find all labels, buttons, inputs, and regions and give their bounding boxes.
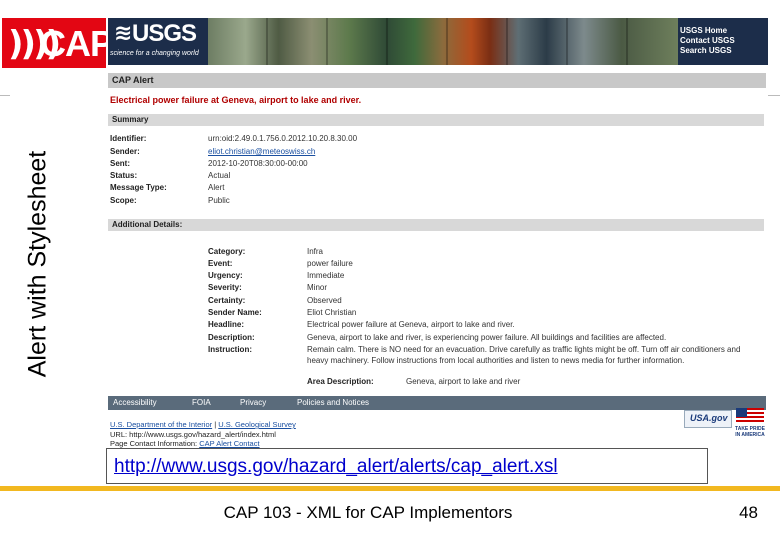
area-value: Geneva, airport to lake and river xyxy=(406,377,521,386)
area-label: Area Description: xyxy=(307,377,374,386)
usgs-tagline: science for a changing world xyxy=(110,50,199,57)
footer-url: URL: http://www.usgs.gov/hazard_alert/in… xyxy=(110,429,276,439)
header-photo-strip xyxy=(208,18,678,65)
detail-label: Event: xyxy=(208,259,233,268)
usgs-wave-icon: ≋ xyxy=(114,21,133,46)
contact-label: Page Contact Information: xyxy=(110,439,198,448)
footer-agency-line: U.S. Department of the Interior | U.S. G… xyxy=(110,420,296,430)
detail-value: Geneva, airport to lake and river, is ex… xyxy=(307,333,667,342)
summary-value: Public xyxy=(208,196,230,205)
summary-value: urn:oid:2.49.0.1.756.0.2012.10.20.8.30.0… xyxy=(208,134,358,143)
usgs-link[interactable]: U.S. Geological Survey xyxy=(218,420,296,429)
link-contact-usgs[interactable]: Contact USGS xyxy=(680,36,735,46)
detail-value: Minor xyxy=(307,283,328,292)
stylesheet-url-link[interactable]: http://www.usgs.gov/hazard_alert/alerts/… xyxy=(114,456,558,478)
detail-value: Infra xyxy=(307,247,324,256)
summary-bar: Summary xyxy=(108,114,764,126)
summary-label: Scope: xyxy=(110,196,137,205)
usagov-text: USA.gov xyxy=(690,413,728,423)
summary-value: 2012-10-20T08:30:00-00:00 xyxy=(208,159,308,168)
detail-value: Eliot Christian xyxy=(307,308,357,317)
summary-value: Actual xyxy=(208,171,231,180)
summary-value: Alert xyxy=(208,183,225,192)
yellow-rule xyxy=(0,486,780,491)
detail-label: Sender Name: xyxy=(208,308,262,317)
cap-alert-title: CAP Alert xyxy=(112,75,154,85)
detail-label: Instruction: xyxy=(208,345,252,354)
detail-value: power failure xyxy=(307,259,353,268)
nav-policies[interactable]: Policies and Notices xyxy=(297,398,369,407)
usagov-badge[interactable]: USA.gov xyxy=(684,410,732,428)
summary-title: Summary xyxy=(112,115,149,124)
detail-label: Urgency: xyxy=(208,271,243,280)
nav-foia[interactable]: FOIA xyxy=(192,398,211,407)
slide-title-text: Alert with Stylesheet xyxy=(23,150,52,378)
slide-footer-text: CAP 103 - XML for CAP Implementors xyxy=(223,503,513,522)
usgs-header: ≋ USGS science for a changing world USGS… xyxy=(108,18,768,65)
slide-footer: CAP 103 - XML for CAP Implementors xyxy=(0,503,760,523)
summary-label: Status: xyxy=(110,171,138,180)
usgs-logo[interactable]: ≋ USGS science for a changing world xyxy=(108,18,208,65)
details-bar: Additional Details: xyxy=(108,219,764,231)
detail-label: Category: xyxy=(208,247,246,256)
slide-rule-right xyxy=(768,95,780,96)
page-number: 48 xyxy=(739,503,758,522)
footer-nav: Accessibility FOIA Privacy Policies and … xyxy=(108,396,766,410)
nav-accessibility[interactable]: Accessibility xyxy=(113,398,157,407)
flag-icon xyxy=(736,408,764,424)
take-pride-badge[interactable]: TAKE PRIDE IN AMERICA xyxy=(734,408,766,440)
nav-privacy[interactable]: Privacy xyxy=(240,398,266,407)
cap-logo: )))) CAP xyxy=(2,18,114,68)
summary-label: Message Type: xyxy=(110,183,167,192)
detail-label: Description: xyxy=(208,333,255,342)
link-usgs-home[interactable]: USGS Home xyxy=(680,26,735,36)
pride-text: TAKE PRIDE IN AMERICA xyxy=(735,426,765,438)
link-search-usgs[interactable]: Search USGS xyxy=(680,46,735,56)
detail-value: Remain calm. There is NO need for an eva… xyxy=(307,345,741,365)
footer-info: U.S. Department of the Interior | U.S. G… xyxy=(110,420,296,449)
usgs-logo-text: USGS xyxy=(132,20,197,47)
sender-email-link[interactable]: eliot.christian@meteoswiss.ch xyxy=(208,147,315,156)
summary-label: Sent: xyxy=(110,159,130,168)
summary-label: Identifier: xyxy=(110,134,147,143)
detail-value: Observed xyxy=(307,296,342,305)
detail-label: Headline: xyxy=(208,320,245,329)
detail-value: Electrical power failure at Geneva, airp… xyxy=(307,320,515,329)
detail-value: Immediate xyxy=(307,271,345,280)
alert-headline: Electrical power failure at Geneva, airp… xyxy=(110,95,362,105)
details-title: Additional Details: xyxy=(112,220,183,229)
header-links: USGS Home Contact USGS Search USGS xyxy=(680,26,735,56)
summary-label: Sender: xyxy=(110,147,140,156)
cap-alert-bar: CAP Alert xyxy=(108,73,766,88)
contact-link[interactable]: CAP Alert Contact xyxy=(199,439,259,448)
cap-logo-text: CAP xyxy=(40,23,114,64)
detail-label: Certainty: xyxy=(208,296,246,305)
footer-separator: | xyxy=(214,420,217,429)
doi-link[interactable]: U.S. Department of the Interior xyxy=(110,420,212,429)
detail-label: Severity: xyxy=(208,283,242,292)
stylesheet-url-box: http://www.usgs.gov/hazard_alert/alerts/… xyxy=(106,448,708,484)
slide-title: Alert with Stylesheet xyxy=(6,84,70,444)
